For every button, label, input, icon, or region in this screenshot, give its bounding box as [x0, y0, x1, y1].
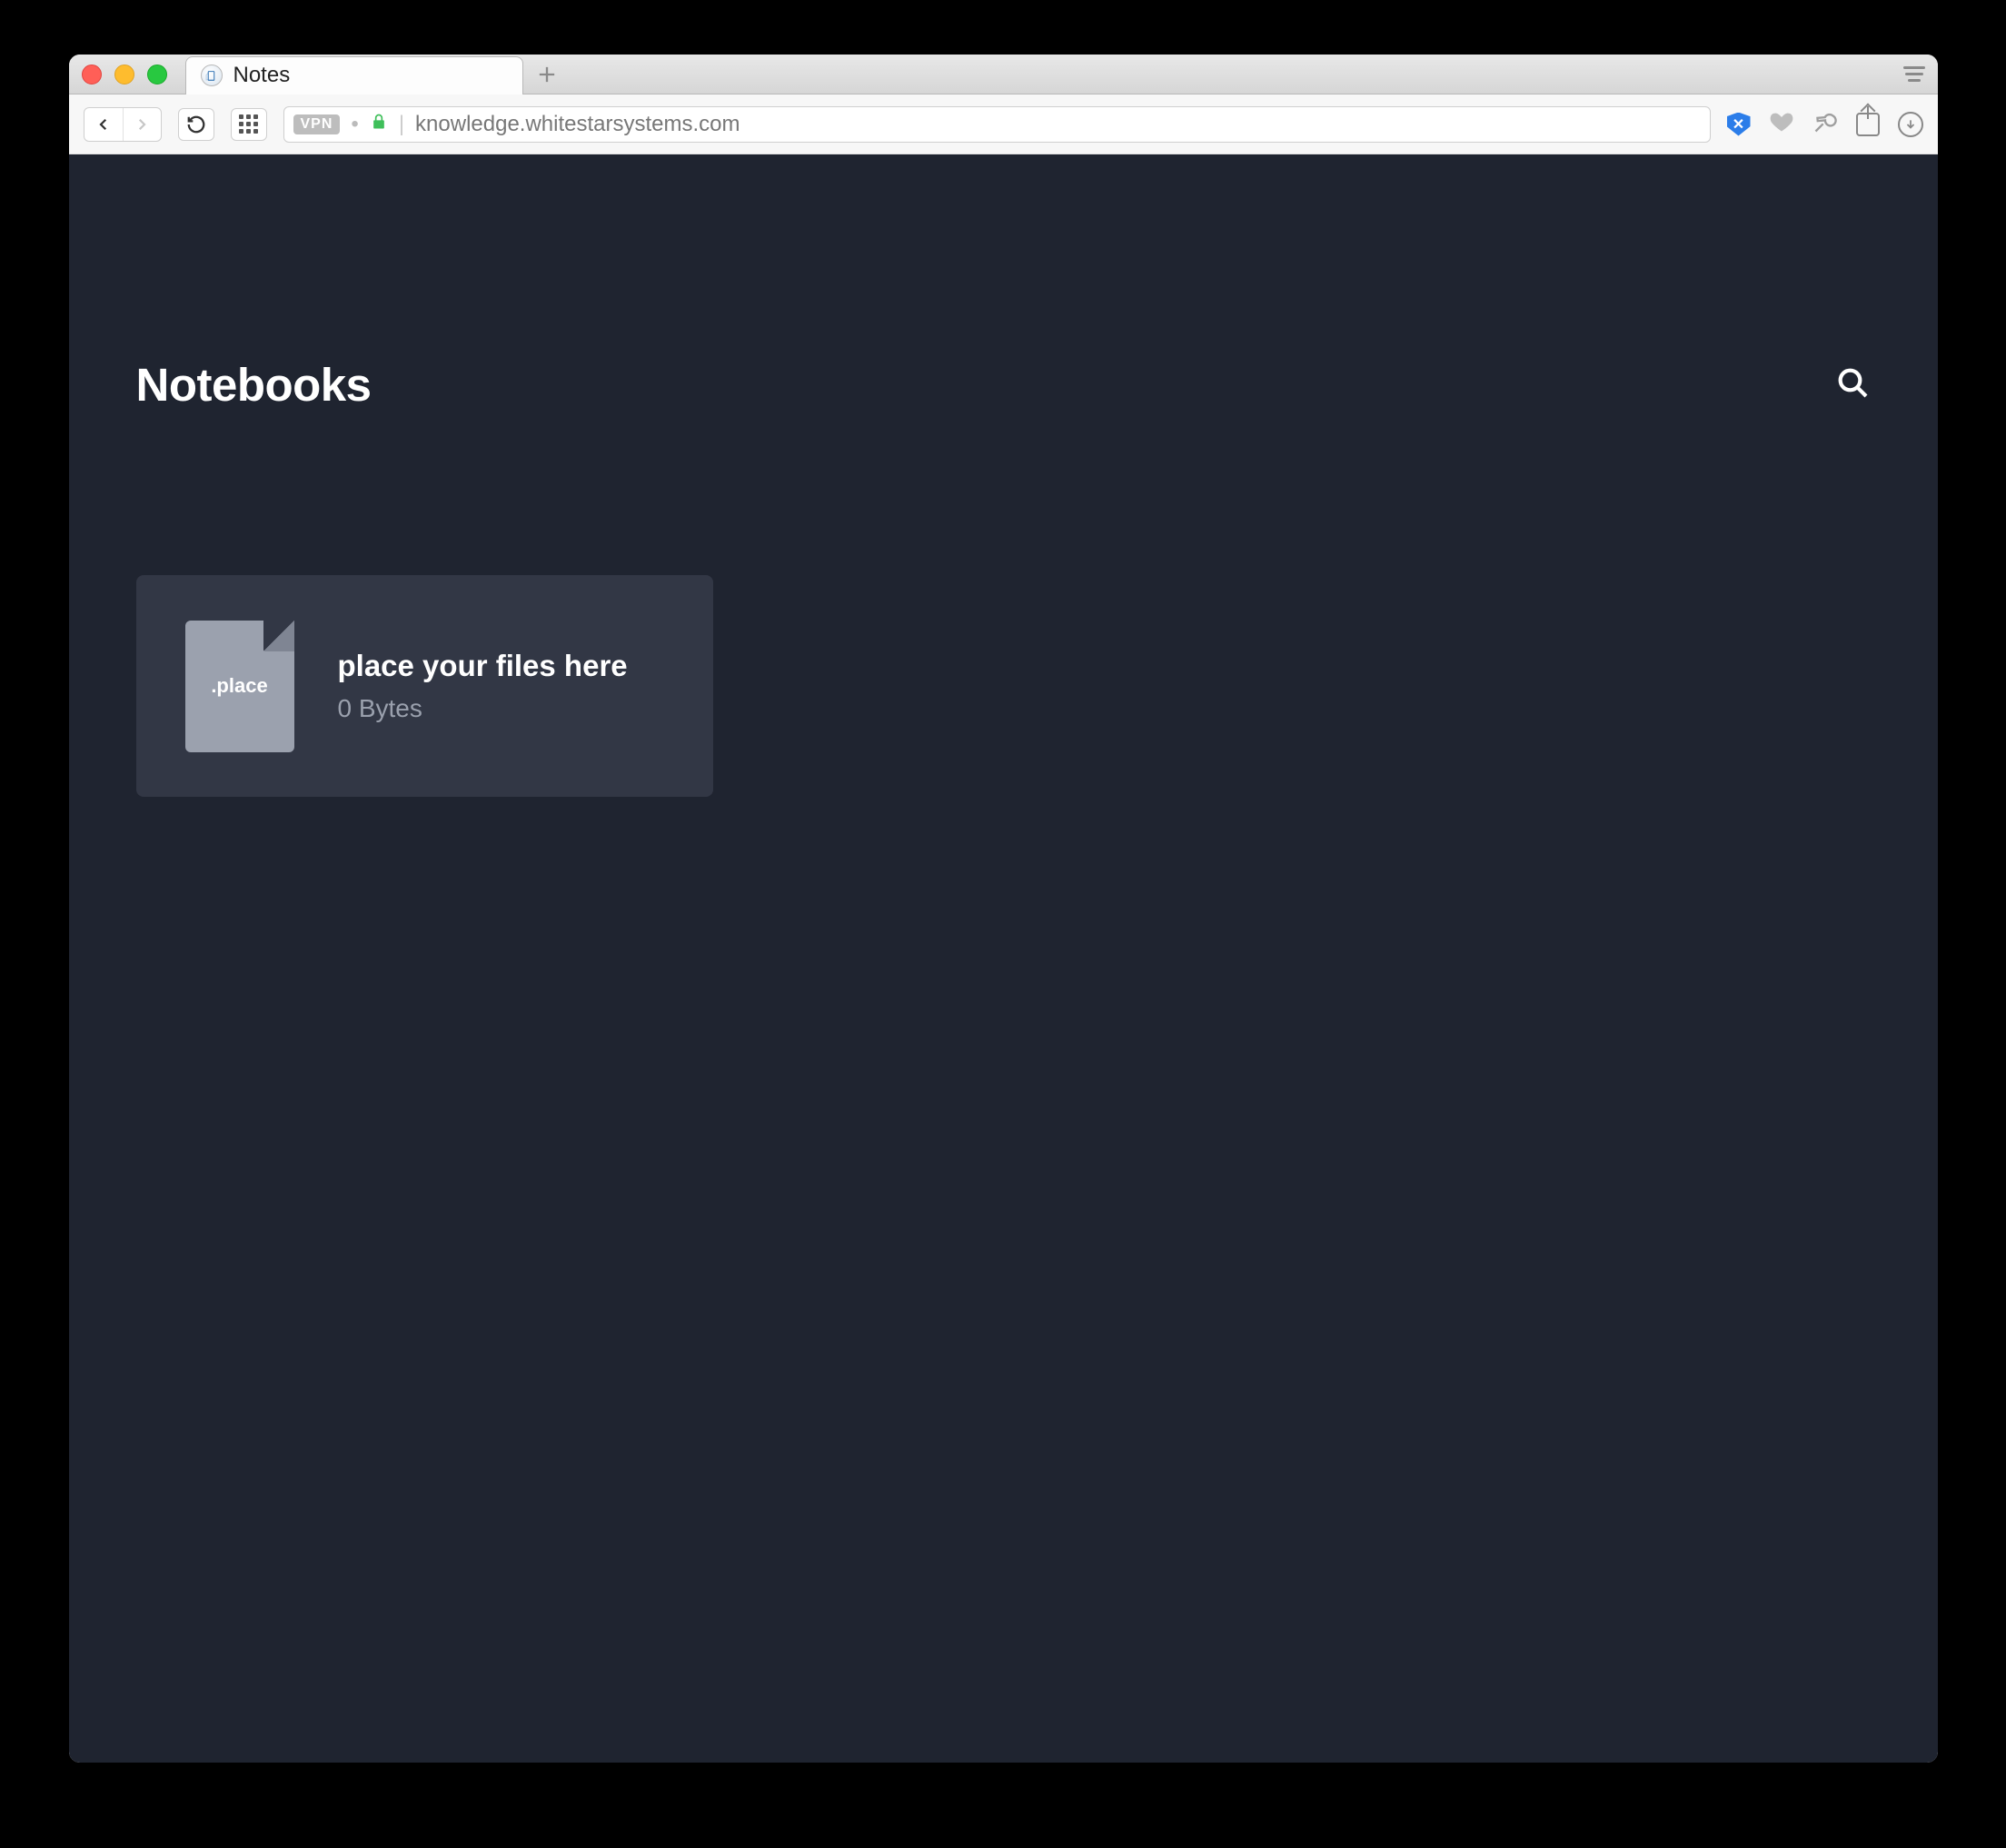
window-close-button[interactable] [82, 65, 102, 84]
notebook-card-text: place your files here 0 Bytes [338, 649, 628, 723]
tab-favicon [201, 65, 223, 86]
separator-dot: • [351, 112, 358, 137]
shield-x-icon: ✕ [1733, 115, 1744, 134]
toolbar-right: ✕ [1727, 109, 1923, 139]
browser-window: Notes [69, 55, 1938, 1763]
notebook-grid: .place place your files here 0 Bytes [136, 575, 1871, 797]
downloads-button[interactable] [1898, 112, 1923, 137]
back-button[interactable] [84, 108, 123, 141]
wrench-icon [1812, 109, 1838, 134]
lock-icon [370, 112, 388, 137]
download-icon [1898, 112, 1923, 137]
nav-buttons [84, 107, 162, 142]
share-button[interactable] [1856, 113, 1880, 136]
reload-button[interactable] [178, 108, 214, 141]
traffic-lights [82, 65, 167, 84]
menu-icon [1903, 66, 1925, 82]
vpn-badge: VPN [293, 114, 341, 134]
forward-button[interactable] [123, 108, 161, 141]
shield-button[interactable]: ✕ [1727, 113, 1751, 136]
browser-toolbar: VPN • | knowledge.whitestarsystems.com ✕ [69, 94, 1938, 154]
browser-tab[interactable]: Notes [185, 56, 523, 94]
tools-button[interactable] [1812, 109, 1838, 139]
file-icon: .place [185, 621, 294, 752]
favorite-button[interactable] [1769, 109, 1794, 139]
search-button[interactable] [1834, 364, 1871, 405]
page-header: Notebooks [136, 176, 1871, 412]
reload-icon [186, 114, 206, 134]
page-title: Notebooks [136, 358, 372, 412]
url-text: knowledge.whitestarsystems.com [415, 112, 740, 137]
notebook-card[interactable]: .place place your files here 0 Bytes [136, 575, 713, 797]
new-tab-button[interactable] [529, 56, 565, 93]
notebook-size: 0 Bytes [338, 694, 628, 723]
window-minimize-button[interactable] [114, 65, 134, 84]
search-icon [1834, 364, 1871, 401]
chevron-right-icon [134, 116, 150, 133]
page-content: Notebooks .place place your files here 0… [69, 154, 1938, 1763]
address-bar[interactable]: VPN • | knowledge.whitestarsystems.com [283, 106, 1711, 143]
chevron-left-icon [95, 116, 112, 133]
apps-button[interactable] [231, 108, 267, 141]
grid-icon [239, 114, 258, 134]
tabbar-menu-button[interactable] [1903, 66, 1925, 82]
share-icon [1856, 113, 1880, 136]
notebook-title: place your files here [338, 649, 628, 683]
file-icon-label: .place [211, 674, 267, 698]
window-maximize-button[interactable] [147, 65, 167, 84]
tab-bar: Notes [69, 55, 1938, 94]
heart-icon [1769, 109, 1794, 134]
tab-title: Notes [233, 63, 291, 88]
